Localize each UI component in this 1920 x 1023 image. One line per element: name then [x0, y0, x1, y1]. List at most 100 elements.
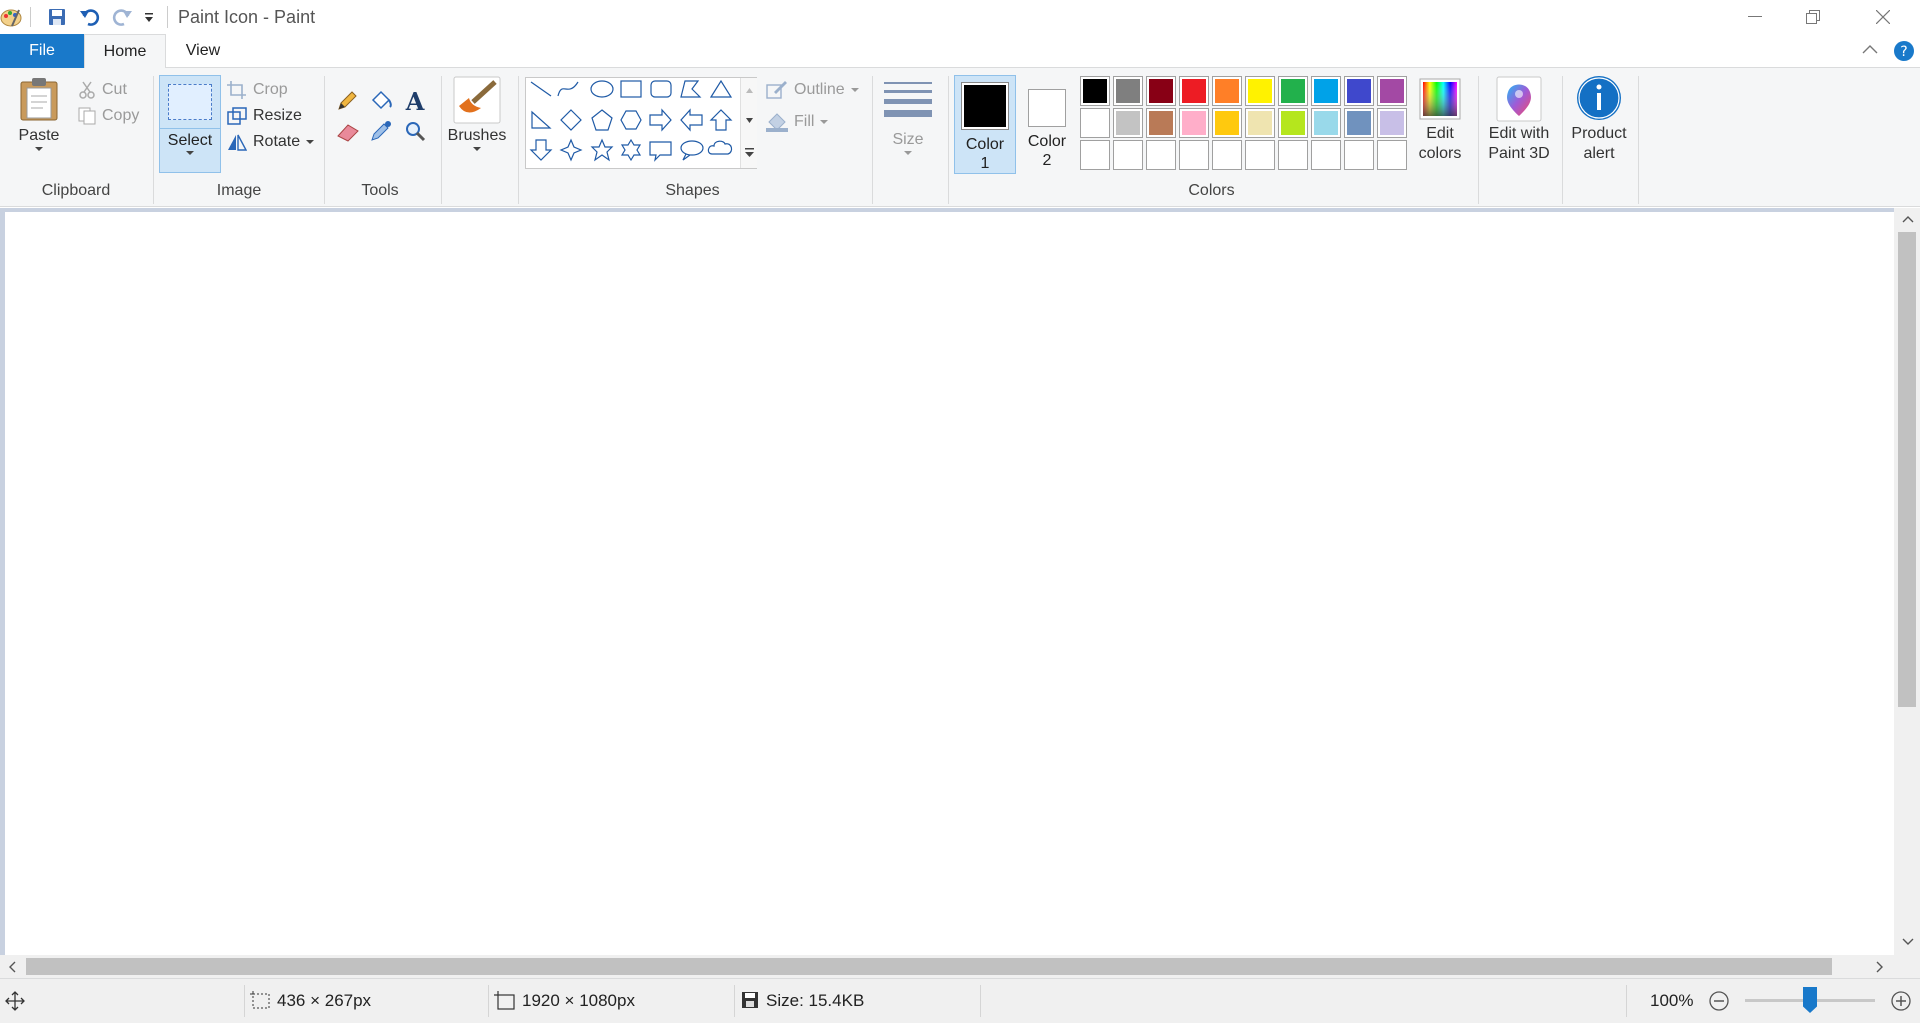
horizontal-scroll-thumb[interactable] [26, 958, 1832, 975]
color-picker-icon[interactable] [370, 120, 392, 142]
undo-icon[interactable] [79, 7, 101, 27]
save-icon[interactable] [48, 8, 66, 26]
tab-file[interactable]: File [0, 34, 84, 68]
color1-button[interactable]: Color 1 [954, 75, 1016, 174]
down-arrow-shape-icon [529, 139, 553, 161]
rotate-button[interactable]: Rotate [227, 130, 315, 154]
left-arrow-shape-icon [680, 108, 703, 132]
chevron-down-icon [306, 139, 315, 145]
palette-swatch[interactable] [1179, 76, 1209, 106]
text-tool-icon[interactable]: A [403, 89, 427, 113]
palette-swatch[interactable] [1278, 76, 1308, 106]
palette-swatch[interactable] [1146, 76, 1176, 106]
fill-bucket-icon[interactable] [369, 90, 393, 112]
palette-swatch[interactable] [1311, 76, 1341, 106]
horizontal-scrollbar[interactable] [0, 955, 1894, 978]
color1-label-line1: Color [965, 136, 1005, 153]
rotate-label: Rotate [253, 133, 301, 150]
custom-color-slot[interactable] [1080, 140, 1110, 170]
custom-color-slot[interactable] [1344, 140, 1374, 170]
collapse-ribbon-icon[interactable] [1862, 44, 1878, 54]
zoom-slider-thumb[interactable] [1803, 987, 1817, 1013]
vertical-scroll-thumb[interactable] [1898, 232, 1916, 707]
rectangle-shape-icon [620, 80, 642, 98]
palette-swatch[interactable] [1344, 76, 1374, 106]
chevron-left-icon[interactable] [8, 961, 16, 973]
custom-color-slot[interactable] [1179, 140, 1209, 170]
close-button[interactable] [1854, 0, 1912, 34]
palette-swatch[interactable] [1080, 76, 1110, 106]
palette-swatch[interactable] [1278, 108, 1308, 138]
select-button[interactable]: Select [159, 75, 221, 173]
custom-color-slot[interactable] [1113, 140, 1143, 170]
palette-swatch[interactable] [1146, 108, 1176, 138]
brushes-button[interactable]: Brushes [447, 76, 507, 176]
palette-swatch[interactable] [1311, 108, 1341, 138]
color2-label-line1: Color [1027, 133, 1067, 150]
paste-button[interactable]: Paste [6, 76, 72, 176]
tab-view[interactable]: View [166, 34, 240, 68]
shapes-gallery[interactable] [525, 77, 757, 169]
palette-swatch[interactable] [1245, 76, 1275, 106]
paint-app-icon[interactable] [0, 6, 22, 28]
more-shapes-icon[interactable] [745, 148, 754, 157]
brushes-label: Brushes [447, 127, 507, 144]
copy-button[interactable]: Copy [78, 104, 139, 128]
edit-colors-button[interactable]: Edit colors [1410, 76, 1470, 176]
chevron-down-icon[interactable] [1902, 938, 1914, 946]
four-point-star-shape-icon [559, 138, 583, 162]
image-size-text: 1920 × 1080px [522, 991, 635, 1010]
custom-color-slot[interactable] [1311, 140, 1341, 170]
minimize-button[interactable] [1726, 0, 1784, 34]
outline-button[interactable]: Outline [766, 78, 859, 102]
palette-swatch[interactable] [1212, 108, 1242, 138]
size-button[interactable]: Size [876, 76, 940, 176]
cloud-callout-shape-icon [707, 140, 733, 155]
zoom-out-button[interactable] [1708, 990, 1730, 1012]
tab-home[interactable]: Home [84, 34, 166, 69]
palette-swatch[interactable] [1113, 76, 1143, 106]
palette-swatch[interactable] [1344, 108, 1374, 138]
image-size-icon [494, 991, 516, 1011]
chevron-down-icon [473, 146, 481, 152]
palette-swatch[interactable] [1080, 108, 1110, 138]
fill-label: Fill [794, 113, 815, 130]
palette-swatch[interactable] [1377, 76, 1407, 106]
custom-color-slot[interactable] [1212, 140, 1242, 170]
eraser-icon[interactable] [336, 122, 360, 142]
fill-button[interactable]: Fill [766, 110, 829, 134]
right-arrow-shape-icon [649, 108, 672, 132]
zoom-in-button[interactable] [1890, 990, 1912, 1012]
palette-swatch[interactable] [1179, 108, 1209, 138]
product-alert-button[interactable]: Product alert [1566, 76, 1632, 176]
restore-button[interactable] [1784, 0, 1842, 34]
resize-button[interactable]: Resize [227, 104, 302, 128]
custom-color-slot[interactable] [1146, 140, 1176, 170]
magnifier-icon[interactable] [404, 120, 426, 142]
chevron-up-icon[interactable] [1902, 215, 1914, 223]
cut-button[interactable]: Cut [78, 78, 127, 102]
custom-color-slot[interactable] [1278, 140, 1308, 170]
colors-group-label: Colors [1188, 182, 1235, 199]
chevron-right-icon[interactable] [1876, 961, 1884, 973]
chevron-down-icon[interactable] [746, 118, 753, 123]
edit-with-paint3d-button[interactable]: Edit with Paint 3D [1482, 76, 1556, 176]
palette-swatch[interactable] [1212, 76, 1242, 106]
help-icon[interactable]: ? [1894, 41, 1914, 61]
custom-color-slot[interactable] [1245, 140, 1275, 170]
pencil-icon[interactable] [336, 90, 358, 112]
divider [167, 6, 168, 28]
custom-color-slot[interactable] [1377, 140, 1407, 170]
palette-swatch[interactable] [1113, 108, 1143, 138]
chevron-up-icon[interactable] [746, 88, 753, 93]
drawing-canvas[interactable] [5, 212, 1894, 955]
palette-swatch[interactable] [1245, 108, 1275, 138]
color2-button[interactable]: Color 2 [1018, 75, 1076, 174]
customize-quick-access-icon[interactable] [143, 12, 155, 24]
crop-button[interactable]: Crop [227, 78, 288, 102]
palette-swatch[interactable] [1377, 108, 1407, 138]
alert-line1: Product [1571, 125, 1627, 142]
select-rectangle-icon [168, 84, 212, 120]
redo-icon[interactable] [111, 7, 133, 27]
vertical-scrollbar[interactable] [1894, 208, 1920, 955]
